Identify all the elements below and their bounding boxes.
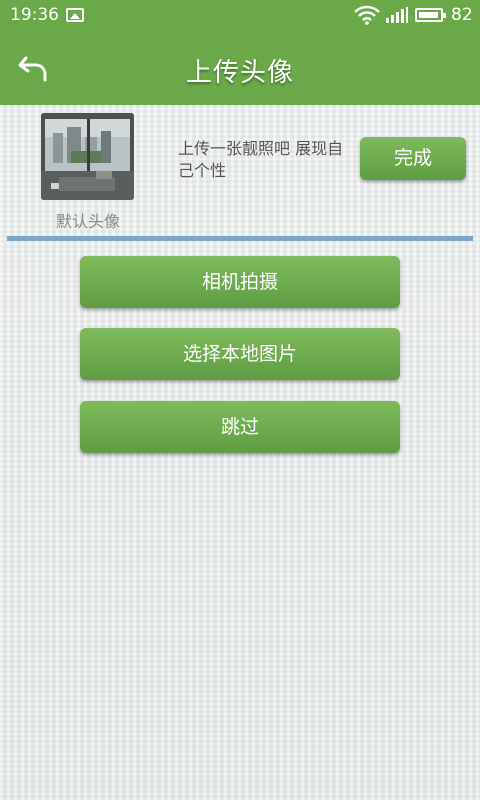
skip-button[interactable]: 跳过 [80, 401, 400, 453]
signal-icon [386, 7, 408, 23]
upload-hint: 上传一张靓照吧 展现自己个性 [178, 139, 344, 180]
avatar-photo [41, 113, 134, 200]
choose-local-image-button[interactable]: 选择本地图片 [80, 328, 400, 380]
avatar[interactable] [41, 113, 134, 200]
done-button[interactable]: 完成 [360, 137, 466, 180]
wifi-icon [354, 5, 380, 25]
title-bar: 上传头像 [0, 30, 480, 105]
battery-icon [415, 8, 446, 22]
avatar-caption: 默认头像 [55, 212, 120, 231]
status-time: 19:36 [10, 5, 59, 25]
battery-level: 82 [451, 5, 473, 25]
image-icon [66, 8, 84, 22]
status-bar: 19:36 82 [0, 0, 480, 30]
page-title: 上传头像 [185, 58, 294, 88]
camera-capture-button[interactable]: 相机拍摄 [80, 256, 400, 308]
divider [7, 236, 473, 241]
